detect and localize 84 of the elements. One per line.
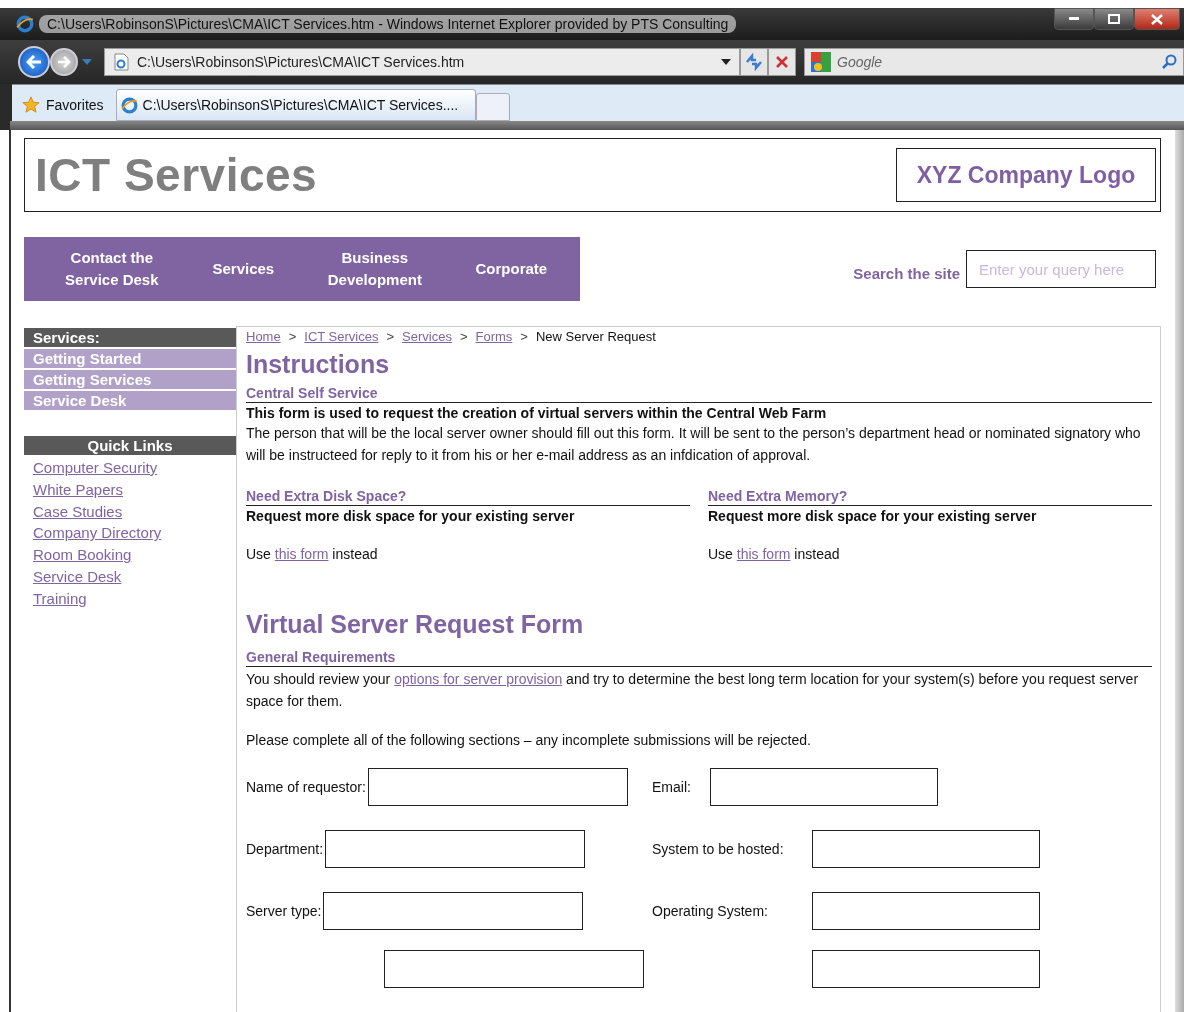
lead-text: Request more disk space for your existing server <box>708 508 1038 524</box>
subsection-heading: Need Extra Memory? <box>708 488 1152 506</box>
quick-link[interactable]: Training <box>24 587 87 610</box>
search-label: Search the site <box>853 264 960 282</box>
quick-link[interactable]: White Papers <box>24 478 124 501</box>
form-link[interactable]: this form <box>736 546 791 562</box>
subsection-heading: General Requirements <box>246 649 1152 667</box>
breadcrumb-separator: > <box>459 329 468 344</box>
site-title: ICT Services <box>35 148 318 202</box>
search-icon[interactable] <box>1161 54 1177 70</box>
quick-link[interactable]: Computer Security <box>24 457 158 479</box>
minimize-button[interactable] <box>1054 8 1094 30</box>
dropdown-icon[interactable] <box>721 59 731 65</box>
subsection-heading: Central Self Service <box>246 385 1152 403</box>
body-text: The person that will be the local server owner should fill out this form. It will be sent to the person’s department head or nominated signatory who will be instructeed for reply to it from his or her e-mail address as an infdication of approval. <box>246 424 1142 465</box>
text-input[interactable] <box>325 830 586 868</box>
text-input[interactable] <box>812 892 1040 930</box>
quick-link[interactable]: Case Studies <box>24 500 123 523</box>
text-input[interactable] <box>384 950 644 988</box>
star-icon <box>22 96 40 114</box>
search-input[interactable]: Enter your query here <box>966 250 1156 288</box>
form-link[interactable]: this form <box>274 546 329 562</box>
text-input[interactable] <box>367 768 628 806</box>
lead-text: Request more disk space for your existing server <box>246 508 576 524</box>
browser-logo-icon <box>120 96 138 114</box>
notice-text: Please complete all of the following sections – any incomplete submissions will be rejected. <box>246 732 812 748</box>
window-title: C:\Users\RobinsonS\Pictures\CMA\ICT Services.htm - Windows Internet Explorer provided by PTS Consulting <box>39 15 737 33</box>
breadcrumb-separator: > <box>520 329 528 344</box>
forward-arrow-icon <box>57 56 71 68</box>
text-input[interactable] <box>812 830 1040 868</box>
quick-link[interactable]: Service Desk <box>24 566 122 588</box>
body-text: Use this form instead <box>708 546 841 562</box>
field-label: Operating System: <box>652 903 768 919</box>
field-label: Email: <box>652 779 691 795</box>
address-bar[interactable]: C:\Users\RobinsonS\Pictures\CMA\ICT Services.htm <box>104 48 740 76</box>
body-text: Use this form instead <box>246 546 379 562</box>
field-label: Department: <box>246 841 324 857</box>
breadcrumb-link[interactable]: Services <box>402 329 452 344</box>
section-heading: Virtual Server Request Form <box>246 610 585 639</box>
scrollbar[interactable] <box>1175 130 1184 1012</box>
body-text: You should review your options for server provision and try to determine the best long term location for your system(s) before you request server space for them. <box>246 670 1140 711</box>
sidebar-heading: Services: <box>24 328 236 347</box>
lead-text: This form is used to request the creation of virtual servers within the Central Web Farm <box>246 405 828 421</box>
breadcrumb-separator: > <box>386 329 395 344</box>
quick-links-heading: Quick Links <box>24 436 236 455</box>
breadcrumb-link[interactable]: Home <box>246 329 281 344</box>
quick-link[interactable]: Company Directory <box>24 522 162 545</box>
favorites-button[interactable]: Favorites <box>12 89 116 121</box>
breadcrumb-link[interactable]: Forms <box>475 329 513 344</box>
provision-link[interactable]: options for server provision <box>394 671 563 687</box>
company-logo: XYZ Company Logo <box>896 148 1156 202</box>
browser-tab[interactable]: C:\Users\RobinsonS\Pictures\CMA\ICT Services.... <box>115 89 476 121</box>
back-arrow-icon <box>26 55 42 69</box>
refresh-icon <box>744 53 764 71</box>
field-label: Server type: <box>246 903 322 919</box>
page-icon <box>113 53 129 71</box>
text-input[interactable] <box>812 950 1040 988</box>
field-label: System to be hosted: <box>652 841 784 857</box>
field-label: Name of requestor: <box>246 779 366 795</box>
close-icon <box>1151 13 1163 25</box>
minimize-icon <box>1069 17 1079 21</box>
search-field[interactable]: Google <box>804 48 1184 76</box>
maximize-icon <box>1108 14 1120 24</box>
nav-link[interactable]: Business Development <box>319 247 430 291</box>
refresh-button[interactable] <box>740 48 768 76</box>
nav-link[interactable]: Services <box>212 258 275 280</box>
text-input[interactable] <box>323 892 584 930</box>
nav-link[interactable]: Contact the Service Desk <box>56 247 167 291</box>
forward-button[interactable] <box>50 48 78 76</box>
breadcrumb-separator: > <box>288 329 297 344</box>
section-heading: Instructions <box>246 350 391 379</box>
nav-link[interactable]: Corporate <box>475 258 548 280</box>
text-input[interactable] <box>710 768 938 806</box>
browser-logo-icon <box>16 15 34 33</box>
search-provider-icon <box>811 52 831 72</box>
quick-link[interactable]: Room Booking <box>24 544 132 566</box>
subsection-heading: Need Extra Disk Space? <box>246 488 690 506</box>
breadcrumb-current: New Server Request <box>535 329 656 344</box>
maximize-button[interactable] <box>1094 8 1134 30</box>
breadcrumb-link[interactable]: ICT Services <box>304 329 379 344</box>
stop-button[interactable] <box>768 48 796 76</box>
back-button[interactable] <box>18 46 50 78</box>
close-button[interactable] <box>1134 8 1180 30</box>
close-icon <box>775 55 789 69</box>
